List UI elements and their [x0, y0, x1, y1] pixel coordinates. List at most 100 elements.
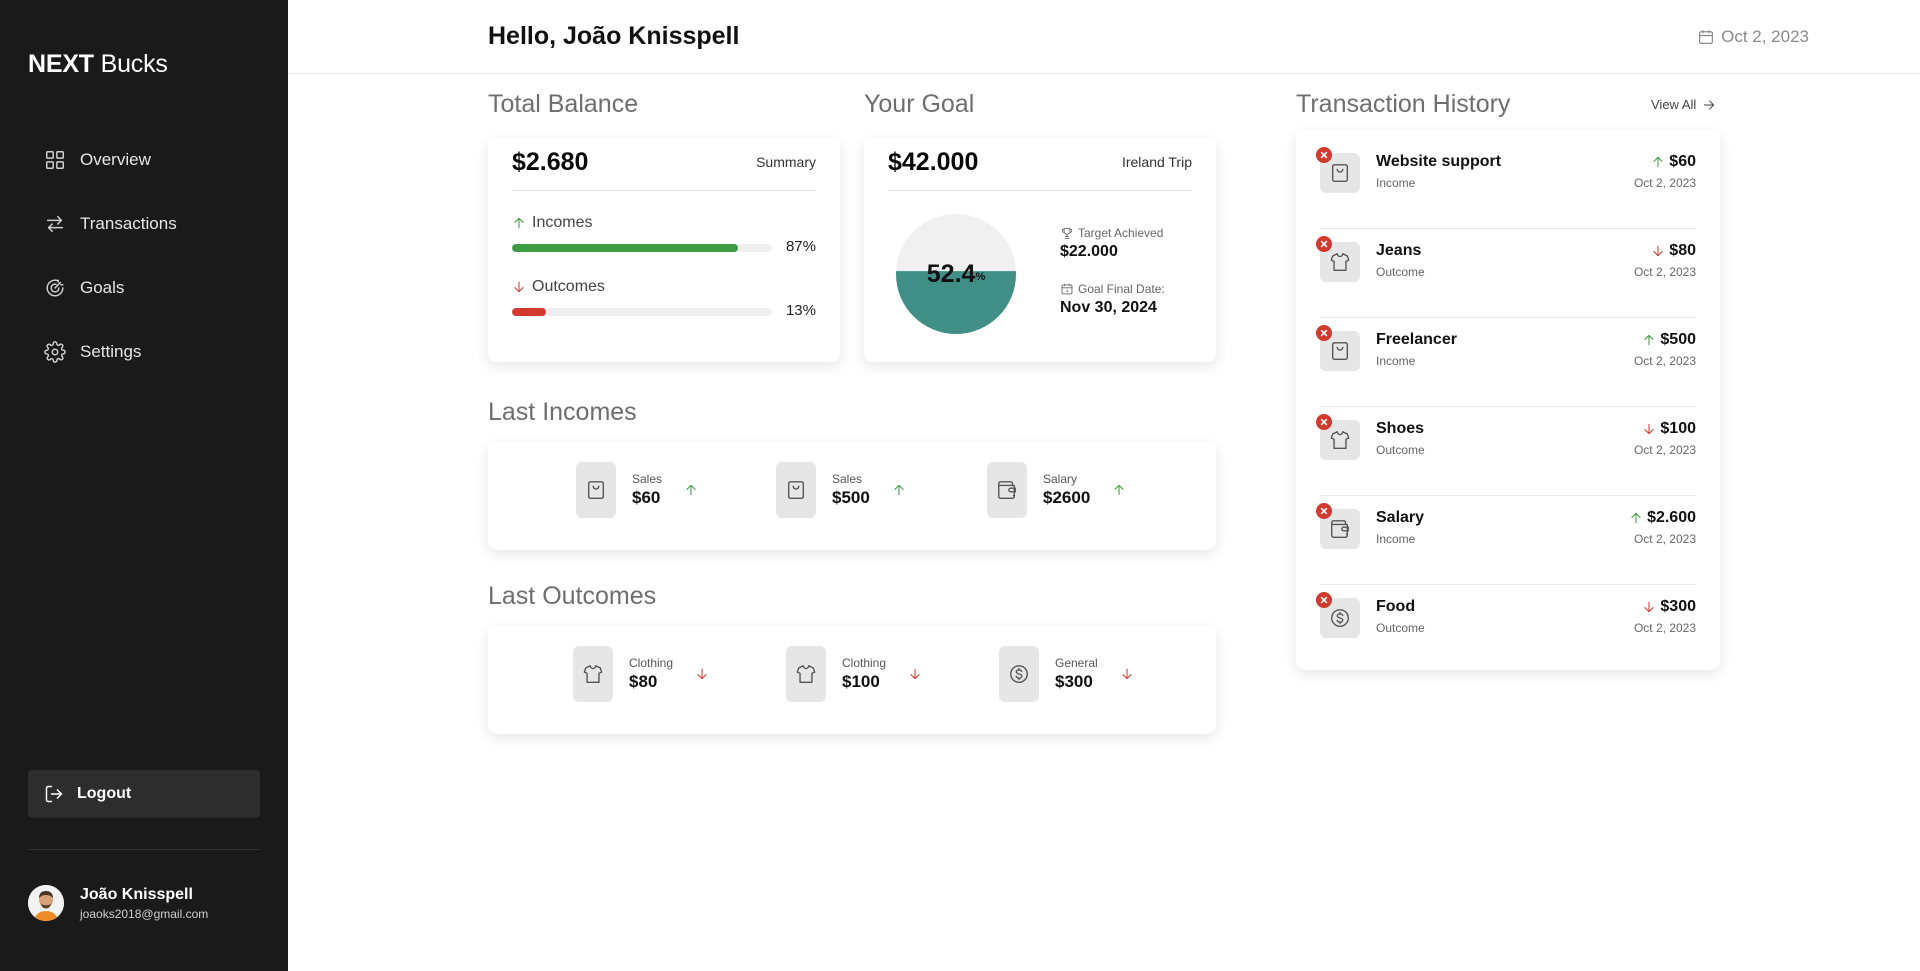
delete-transaction-button[interactable]: [1316, 147, 1332, 163]
table-row[interactable]: Website support Income $60 Oct 2, 2023: [1296, 140, 1720, 229]
goal-target-value: $22.000: [1060, 243, 1118, 260]
header-date: Oct 2, 2023: [1697, 27, 1809, 47]
arrow-up-icon: [1114, 484, 1124, 496]
delete-transaction-button[interactable]: [1316, 414, 1332, 430]
arrow-right-icon: [1704, 99, 1715, 110]
goal-card: $42.000 Ireland Trip 52.4 % Target Achie…: [864, 138, 1216, 362]
arrow-down-icon: [1644, 601, 1655, 613]
goal-percent-label: 52.4 %: [896, 214, 1016, 334]
delete-transaction-button[interactable]: [1316, 592, 1332, 608]
user-email: joaoks2018@gmail.com: [80, 906, 209, 921]
income-item-category: Salary: [1043, 472, 1078, 486]
sidebar-item-transactions[interactable]: Transactions: [44, 192, 177, 256]
goal-amount: $42.000: [888, 148, 979, 176]
target-icon: [46, 279, 64, 297]
goal-date-value: Nov 30, 2024: [1060, 299, 1157, 316]
balance-amount: $2.680: [512, 148, 589, 176]
calendar-icon: [1699, 30, 1714, 44]
goal-target-label-text: Target Achieved: [1078, 226, 1164, 240]
logout-button[interactable]: Logout: [28, 770, 260, 818]
income-item-category: Sales: [632, 472, 663, 486]
outcome-item-value: $100: [842, 672, 880, 691]
transaction-name: Salary: [1376, 509, 1425, 526]
transaction-date: Oct 2, 2023: [1633, 265, 1696, 279]
arrow-up-icon: [1631, 512, 1641, 524]
income-item[interactable]: Sales $500: [776, 462, 906, 518]
balance-tag: Summary: [756, 154, 816, 170]
delete-transaction-button[interactable]: [1316, 503, 1332, 519]
outcome-item-icon-box: [573, 646, 613, 702]
transaction-amount-text: $300: [1660, 598, 1696, 615]
goal-date-label: Goal Final Date:: [1060, 282, 1165, 296]
transaction-type: Income: [1376, 532, 1416, 546]
income-item-value: $500: [832, 488, 870, 507]
close-icon: [1320, 418, 1328, 426]
sidebar-item-label: Goals: [80, 278, 125, 297]
shirt-icon: [796, 665, 816, 683]
outcome-item[interactable]: General $300: [999, 646, 1134, 702]
goal-percent-sign: %: [975, 271, 986, 283]
transaction-amount-text: $80: [1669, 242, 1696, 259]
arrow-down-icon: [910, 668, 920, 680]
incomes-label-text: Incomes: [532, 214, 593, 231]
transaction-type: Outcome: [1376, 265, 1425, 279]
transaction-amount-text: $2.600: [1647, 509, 1696, 526]
sidebar-item-settings[interactable]: Settings: [44, 320, 177, 384]
transaction-history-card: Website support Income $60 Oct 2, 2023 J…: [1296, 130, 1720, 670]
outcome-item-category: General: [1055, 656, 1098, 670]
table-row[interactable]: Freelancer Income $500 Oct 2, 2023: [1296, 318, 1720, 407]
outcomes-percent: 13%: [785, 302, 816, 319]
goal-date-block: Goal Final Date: Nov 30, 2024: [1060, 282, 1165, 317]
income-item[interactable]: Sales $60: [576, 462, 698, 518]
delete-transaction-button[interactable]: [1316, 325, 1332, 341]
outcome-item-value: $300: [1055, 672, 1093, 691]
table-row[interactable]: Salary Income $2.600 Oct 2, 2023: [1296, 496, 1720, 585]
transaction-name: Jeans: [1376, 242, 1422, 259]
transaction-type: Outcome: [1376, 443, 1425, 457]
outcome-item-icon-box: [999, 646, 1039, 702]
logo-bold: NEXT: [28, 50, 94, 78]
logo-light: Bucks: [100, 50, 168, 78]
dollar-icon: [1010, 665, 1028, 683]
income-item-icon-box: [987, 462, 1027, 518]
transaction-date: Oct 2, 2023: [1633, 532, 1696, 546]
income-item-category: Sales: [832, 472, 863, 486]
transaction-name: Shoes: [1376, 420, 1425, 437]
transaction-history-title: Transaction History: [1296, 90, 1511, 118]
bag-icon: [587, 481, 605, 499]
sidebar-item-goals[interactable]: Goals: [44, 256, 177, 320]
outcome-item-category: Clothing: [629, 656, 674, 670]
wallet-icon: [998, 481, 1016, 499]
delete-transaction-button[interactable]: [1316, 236, 1332, 252]
table-row[interactable]: Jeans Outcome $80 Oct 2, 2023: [1296, 229, 1720, 318]
incomes-progress-fill: [512, 244, 739, 252]
bag-icon: [787, 481, 805, 499]
shirt-icon: [1330, 431, 1350, 449]
user-profile[interactable]: João Knisspell joaoks2018@gmail.com: [28, 885, 208, 921]
goal-date-label-text: Goal Final Date:: [1078, 282, 1165, 296]
outcome-item[interactable]: Clothing $80: [573, 646, 709, 702]
last-incomes-card: Sales $60 Sales $500 Salary $2600: [488, 442, 1216, 550]
arrows-icon: [46, 215, 64, 233]
table-row[interactable]: Shoes Outcome $100 Oct 2, 2023: [1296, 407, 1720, 496]
goal-tag: Ireland Trip: [1121, 154, 1192, 170]
app-logo[interactable]: NEXT Bucks: [28, 50, 168, 79]
total-balance-title: Total Balance: [488, 90, 639, 118]
shirt-icon: [1330, 253, 1350, 271]
arrow-up-icon: [894, 484, 904, 496]
transaction-type: Outcome: [1376, 621, 1425, 635]
transaction-amount-text: $500: [1660, 331, 1696, 348]
arrow-down-icon: [697, 668, 707, 680]
dollar-icon: [1331, 609, 1349, 627]
view-all-link[interactable]: View All: [1651, 97, 1716, 112]
transaction-amount: $60: [1651, 153, 1696, 171]
income-item[interactable]: Salary $2600: [987, 462, 1126, 518]
transaction-amount: $80: [1651, 242, 1696, 260]
close-icon: [1320, 596, 1328, 604]
outcome-item[interactable]: Clothing $100: [786, 646, 922, 702]
sidebar-item-overview[interactable]: Overview: [44, 128, 177, 192]
arrow-down-icon: [1653, 245, 1663, 257]
bag-icon: [1331, 342, 1349, 360]
table-row[interactable]: Food Outcome $300 Oct 2, 2023: [1296, 585, 1720, 674]
transaction-date: Oct 2, 2023: [1633, 176, 1696, 190]
